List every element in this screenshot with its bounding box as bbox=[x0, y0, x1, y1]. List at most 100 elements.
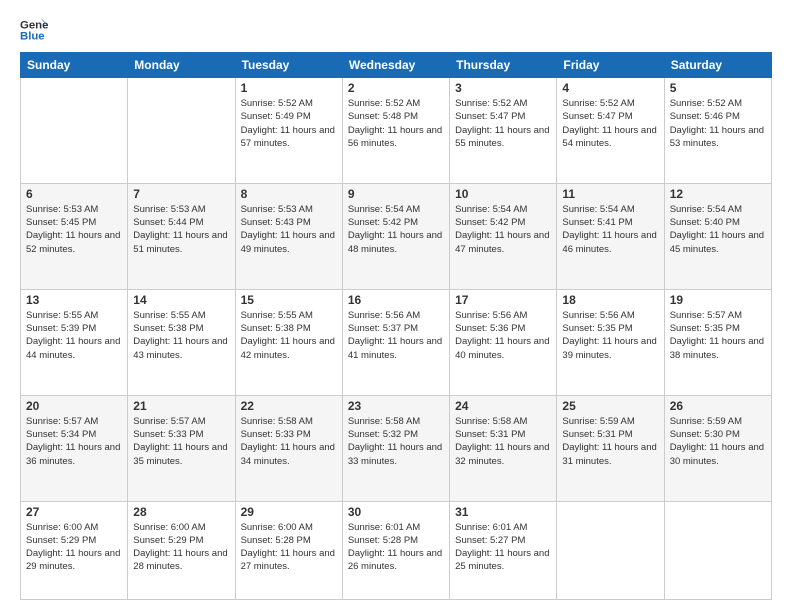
day-info: Sunrise: 5:52 AMSunset: 5:46 PMDaylight:… bbox=[670, 97, 766, 150]
weekday-header: Sunday bbox=[21, 53, 128, 78]
calendar-cell: 17Sunrise: 5:56 AMSunset: 5:36 PMDayligh… bbox=[450, 289, 557, 395]
calendar-cell: 13 Sunrise: 5:55 AMSunset: 5:39 PMDayligh… bbox=[21, 289, 128, 395]
weekday-header: Friday bbox=[557, 53, 664, 78]
calendar-table: SundayMondayTuesdayWednesdayThursdayFrid… bbox=[20, 52, 772, 600]
day-info: Sunrise: 6:00 AMSunset: 5:29 PMDaylight:… bbox=[133, 521, 229, 574]
calendar-cell: 5 Sunrise: 5:52 AMSunset: 5:46 PMDaylight… bbox=[664, 78, 771, 184]
day-number: 3 bbox=[455, 81, 551, 95]
weekday-header: Wednesday bbox=[342, 53, 449, 78]
calendar-cell: 7 Sunrise: 5:53 AMSunset: 5:44 PMDaylight… bbox=[128, 183, 235, 289]
day-number: 24 bbox=[455, 399, 551, 413]
day-info: Sunrise: 6:00 AMSunset: 5:28 PMDaylight:… bbox=[241, 521, 337, 574]
day-info: Sunrise: 5:56 AMSunset: 5:35 PMDaylight:… bbox=[562, 309, 658, 362]
calendar-cell: 18 Sunrise: 5:56 AMSunset: 5:35 PMDayligh… bbox=[557, 289, 664, 395]
day-number: 22 bbox=[241, 399, 337, 413]
calendar-cell: 3 Sunrise: 5:52 AMSunset: 5:47 PMDaylight… bbox=[450, 78, 557, 184]
calendar-cell: 2 Sunrise: 5:52 AMSunset: 5:48 PMDaylight… bbox=[342, 78, 449, 184]
day-info: Sunrise: 5:54 AMSunset: 5:40 PMDaylight:… bbox=[670, 203, 766, 256]
day-info: Sunrise: 5:57 AMSunset: 5:34 PMDaylight:… bbox=[26, 415, 122, 468]
day-info: Sunrise: 5:58 AMSunset: 5:31 PMDaylight:… bbox=[455, 415, 551, 468]
weekday-header: Thursday bbox=[450, 53, 557, 78]
day-number: 25 bbox=[562, 399, 658, 413]
calendar-cell: 16 Sunrise: 5:56 AMSunset: 5:37 PMDayligh… bbox=[342, 289, 449, 395]
calendar-cell: 25 Sunrise: 5:59 AMSunset: 5:31 PMDayligh… bbox=[557, 395, 664, 501]
day-number: 29 bbox=[241, 505, 337, 519]
day-info: Sunrise: 5:53 AMSunset: 5:44 PMDaylight:… bbox=[133, 203, 229, 256]
day-number: 6 bbox=[26, 187, 122, 201]
day-info: Sunrise: 5:54 AMSunset: 5:41 PMDaylight:… bbox=[562, 203, 658, 256]
day-info: Sunrise: 6:01 AMSunset: 5:27 PMDaylight:… bbox=[455, 521, 551, 574]
svg-text:Blue: Blue bbox=[20, 31, 45, 43]
calendar-cell: 19Sunrise: 5:57 AMSunset: 5:35 PMDayligh… bbox=[664, 289, 771, 395]
calendar-cell: 4Sunrise: 5:52 AMSunset: 5:47 PMDaylight… bbox=[557, 78, 664, 184]
calendar-header-row: SundayMondayTuesdayWednesdayThursdayFrid… bbox=[21, 53, 772, 78]
day-info: Sunrise: 5:52 AMSunset: 5:48 PMDaylight:… bbox=[348, 97, 444, 150]
day-number: 18 bbox=[562, 293, 658, 307]
day-number: 1 bbox=[241, 81, 337, 95]
day-info: Sunrise: 5:59 AMSunset: 5:30 PMDaylight:… bbox=[670, 415, 766, 468]
calendar-cell: 12Sunrise: 5:54 AMSunset: 5:40 PMDayligh… bbox=[664, 183, 771, 289]
day-number: 8 bbox=[241, 187, 337, 201]
calendar-cell: 28 Sunrise: 6:00 AMSunset: 5:29 PMDayligh… bbox=[128, 501, 235, 599]
day-number: 9 bbox=[348, 187, 444, 201]
header: General Blue bbox=[20, 16, 772, 44]
day-info: Sunrise: 5:57 AMSunset: 5:33 PMDaylight:… bbox=[133, 415, 229, 468]
weekday-header: Monday bbox=[128, 53, 235, 78]
day-info: Sunrise: 5:52 AMSunset: 5:47 PMDaylight:… bbox=[562, 97, 658, 150]
calendar-cell: 22 Sunrise: 5:58 AMSunset: 5:33 PMDayligh… bbox=[235, 395, 342, 501]
calendar-cell: 1 Sunrise: 5:52 AMSunset: 5:49 PMDaylight… bbox=[235, 78, 342, 184]
day-info: Sunrise: 6:01 AMSunset: 5:28 PMDaylight:… bbox=[348, 521, 444, 574]
calendar-week-row: 6 Sunrise: 5:53 AMSunset: 5:45 PMDaylight… bbox=[21, 183, 772, 289]
day-number: 31 bbox=[455, 505, 551, 519]
day-number: 10 bbox=[455, 187, 551, 201]
logo: General Blue bbox=[20, 16, 48, 44]
calendar-week-row: 27 Sunrise: 6:00 AMSunset: 5:29 PMDayligh… bbox=[21, 501, 772, 599]
calendar-cell bbox=[664, 501, 771, 599]
calendar-week-row: 1 Sunrise: 5:52 AMSunset: 5:49 PMDaylight… bbox=[21, 78, 772, 184]
weekday-header: Saturday bbox=[664, 53, 771, 78]
day-info: Sunrise: 5:57 AMSunset: 5:35 PMDaylight:… bbox=[670, 309, 766, 362]
day-info: Sunrise: 6:00 AMSunset: 5:29 PMDaylight:… bbox=[26, 521, 122, 574]
calendar-cell bbox=[128, 78, 235, 184]
day-info: Sunrise: 5:56 AMSunset: 5:36 PMDaylight:… bbox=[455, 309, 551, 362]
calendar-cell: 29 Sunrise: 6:00 AMSunset: 5:28 PMDayligh… bbox=[235, 501, 342, 599]
day-info: Sunrise: 5:55 AMSunset: 5:38 PMDaylight:… bbox=[133, 309, 229, 362]
calendar-cell: 26 Sunrise: 5:59 AMSunset: 5:30 PMDayligh… bbox=[664, 395, 771, 501]
page: General Blue SundayMondayTuesdayWednesda… bbox=[0, 0, 792, 612]
calendar-cell: 27 Sunrise: 6:00 AMSunset: 5:29 PMDayligh… bbox=[21, 501, 128, 599]
calendar-cell: 8Sunrise: 5:53 AMSunset: 5:43 PMDaylight… bbox=[235, 183, 342, 289]
day-number: 20 bbox=[26, 399, 122, 413]
calendar-cell: 30Sunrise: 6:01 AMSunset: 5:28 PMDayligh… bbox=[342, 501, 449, 599]
day-info: Sunrise: 5:54 AMSunset: 5:42 PMDaylight:… bbox=[455, 203, 551, 256]
day-info: Sunrise: 5:55 AMSunset: 5:39 PMDaylight:… bbox=[26, 309, 122, 362]
day-number: 27 bbox=[26, 505, 122, 519]
day-info: Sunrise: 5:54 AMSunset: 5:42 PMDaylight:… bbox=[348, 203, 444, 256]
day-info: Sunrise: 5:56 AMSunset: 5:37 PMDaylight:… bbox=[348, 309, 444, 362]
day-number: 26 bbox=[670, 399, 766, 413]
calendar-cell: 9 Sunrise: 5:54 AMSunset: 5:42 PMDaylight… bbox=[342, 183, 449, 289]
calendar-cell: 31 Sunrise: 6:01 AMSunset: 5:27 PMDayligh… bbox=[450, 501, 557, 599]
calendar-cell bbox=[557, 501, 664, 599]
logo-icon: General Blue bbox=[20, 16, 48, 44]
calendar-cell: 23Sunrise: 5:58 AMSunset: 5:32 PMDayligh… bbox=[342, 395, 449, 501]
day-number: 11 bbox=[562, 187, 658, 201]
day-number: 2 bbox=[348, 81, 444, 95]
day-info: Sunrise: 5:53 AMSunset: 5:45 PMDaylight:… bbox=[26, 203, 122, 256]
calendar-week-row: 20 Sunrise: 5:57 AMSunset: 5:34 PMDayligh… bbox=[21, 395, 772, 501]
calendar-cell: 11 Sunrise: 5:54 AMSunset: 5:41 PMDayligh… bbox=[557, 183, 664, 289]
calendar-cell: 21 Sunrise: 5:57 AMSunset: 5:33 PMDayligh… bbox=[128, 395, 235, 501]
day-info: Sunrise: 5:52 AMSunset: 5:47 PMDaylight:… bbox=[455, 97, 551, 150]
day-number: 16 bbox=[348, 293, 444, 307]
day-number: 5 bbox=[670, 81, 766, 95]
day-number: 14 bbox=[133, 293, 229, 307]
calendar-week-row: 13 Sunrise: 5:55 AMSunset: 5:39 PMDayligh… bbox=[21, 289, 772, 395]
day-info: Sunrise: 5:58 AMSunset: 5:33 PMDaylight:… bbox=[241, 415, 337, 468]
day-number: 13 bbox=[26, 293, 122, 307]
day-number: 21 bbox=[133, 399, 229, 413]
day-info: Sunrise: 5:59 AMSunset: 5:31 PMDaylight:… bbox=[562, 415, 658, 468]
day-number: 28 bbox=[133, 505, 229, 519]
day-number: 7 bbox=[133, 187, 229, 201]
day-number: 23 bbox=[348, 399, 444, 413]
calendar-cell: 10 Sunrise: 5:54 AMSunset: 5:42 PMDayligh… bbox=[450, 183, 557, 289]
day-info: Sunrise: 5:52 AMSunset: 5:49 PMDaylight:… bbox=[241, 97, 337, 150]
